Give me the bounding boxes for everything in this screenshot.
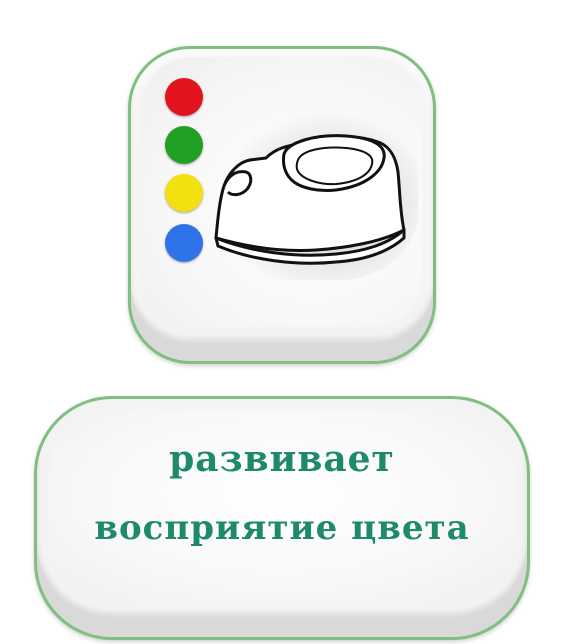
potty-icon bbox=[214, 134, 406, 265]
caption-line-1: развивает bbox=[169, 438, 395, 480]
caption-line-2: восприятие цвета bbox=[94, 508, 470, 548]
yellow-dot bbox=[165, 174, 203, 212]
green-dot bbox=[165, 126, 203, 164]
blue-dot bbox=[165, 224, 203, 262]
red-dot bbox=[165, 78, 203, 116]
